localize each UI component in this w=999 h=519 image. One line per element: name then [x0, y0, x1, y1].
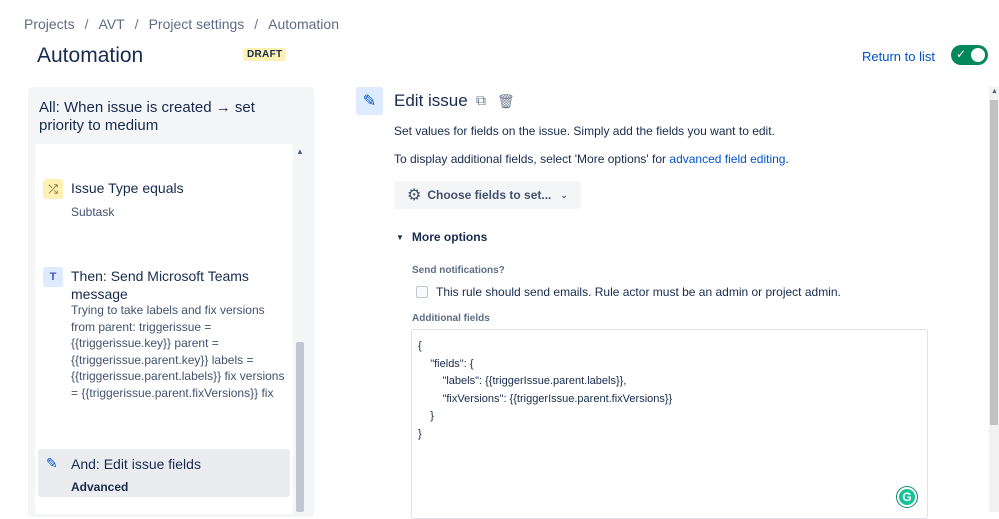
- code-line: "fixVersions": {{triggerIssue.parent.fix…: [418, 392, 673, 405]
- shuffle-icon: ⤮: [43, 179, 63, 199]
- breadcrumb-avt[interactable]: AVT: [98, 16, 124, 32]
- scroll-up-icon[interactable]: ▲: [991, 88, 998, 95]
- send-notifications-label: Send notifications?: [412, 265, 505, 276]
- pencil-icon: ✎: [356, 87, 383, 115]
- breadcrumb-separator: /: [254, 16, 259, 32]
- help-text-prefix: To display additional fields, select 'Mo…: [394, 152, 670, 166]
- code-line: "fields": {: [418, 357, 474, 370]
- send-notifications-text: This rule should send emails. Rule actor…: [436, 285, 841, 299]
- rule-title[interactable]: All: When issue is created → set priorit…: [39, 99, 299, 135]
- check-icon: ✓: [956, 47, 967, 61]
- pencil-icon: ✎: [46, 455, 58, 471]
- trash-icon[interactable]: 🗑: [497, 93, 515, 110]
- choose-fields-button[interactable]: ⚙ Choose fields to set... ⌄: [394, 181, 581, 209]
- more-options-label: More options: [411, 230, 488, 244]
- choose-fields-label: Choose fields to set...: [427, 188, 552, 202]
- send-notifications-checkbox[interactable]: [416, 286, 428, 298]
- breadcrumb-projects[interactable]: Projects: [24, 16, 75, 32]
- breadcrumb-project-settings[interactable]: Project settings: [149, 16, 245, 32]
- editor-description: Set values for fields on the issue. Simp…: [394, 124, 775, 138]
- rule-enabled-toggle[interactable]: ✓: [951, 45, 988, 65]
- editor-help-text: To display additional fields, select 'Mo…: [394, 152, 789, 166]
- status-badge: DRAFT: [243, 48, 287, 61]
- chevron-down-icon: ▼: [396, 232, 404, 242]
- scrollbar-thumb[interactable]: [990, 100, 998, 425]
- advanced-field-editing-link[interactable]: advanced field editing: [669, 152, 785, 166]
- copy-icon[interactable]: ⧉: [476, 92, 486, 109]
- return-to-list-link[interactable]: Return to list: [862, 49, 935, 64]
- code-line: {: [418, 340, 422, 352]
- step-subtitle-edit-issue: Advanced: [71, 480, 129, 494]
- gear-icon: ⚙: [407, 187, 422, 204]
- toggle-knob: [971, 48, 985, 62]
- teams-icon: T: [43, 267, 63, 287]
- step-title-teams[interactable]: Then: Send Microsoft Teams message: [71, 267, 271, 303]
- scroll-up-icon[interactable]: ▲: [296, 147, 304, 156]
- step-subtitle-issue-type: Subtask: [71, 205, 115, 219]
- scrollbar-thumb[interactable]: [296, 342, 304, 512]
- breadcrumb: Projects / AVT / Project settings / Auto…: [24, 16, 339, 32]
- step-title-edit-issue[interactable]: And: Edit issue fields: [71, 455, 201, 473]
- breadcrumb-automation[interactable]: Automation: [268, 16, 339, 32]
- chevron-down-icon: ⌄: [560, 189, 568, 200]
- code-line: "labels": {{triggerIssue.parent.labels}}…: [418, 375, 627, 387]
- code-line: }: [418, 427, 422, 440]
- additional-fields-label: Additional fields: [412, 313, 490, 324]
- page-title: Automation: [37, 44, 144, 67]
- grammarly-icon[interactable]: G: [897, 487, 917, 507]
- additional-fields-editor[interactable]: { "fields": { "labels": {{triggerIssue.p…: [411, 329, 928, 519]
- code-line: }: [418, 410, 434, 422]
- breadcrumb-separator: /: [84, 16, 89, 32]
- more-options-toggle[interactable]: ▼ More options: [396, 230, 487, 244]
- editor-title: Edit issue: [394, 91, 468, 110]
- step-title-issue-type[interactable]: Issue Type equals: [71, 179, 184, 197]
- step-description-teams: Trying to take labels and fix versions f…: [71, 303, 285, 400]
- breadcrumb-separator: /: [134, 16, 139, 32]
- help-text-suffix: .: [785, 152, 789, 166]
